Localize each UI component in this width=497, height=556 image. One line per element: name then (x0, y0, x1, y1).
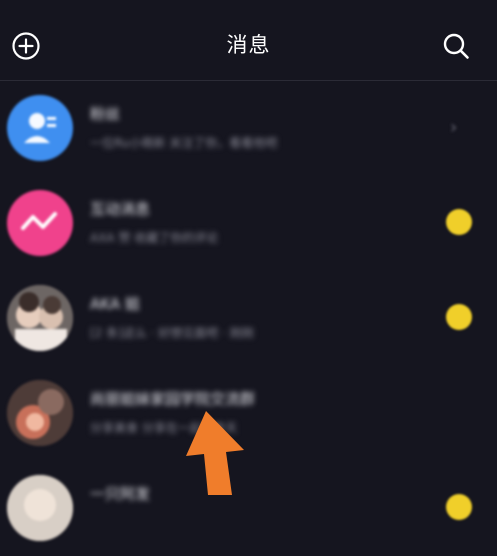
avatar (7, 285, 73, 351)
photo-avatar (7, 285, 73, 351)
group-avatar (7, 380, 73, 446)
avatar (7, 95, 73, 161)
list-item-chat[interactable]: AKA 姐 [2 条]这么 · 好想见面吧 · 刚刚 (0, 271, 497, 366)
unread-dot (446, 209, 472, 235)
search-button[interactable] (438, 28, 474, 64)
contact-name: 尚丽姐妹家园学院交流群 (90, 390, 256, 408)
page-title: 消息 (226, 33, 271, 57)
message-preview: 一位Ru小萌新 关注了你，看看他吧 (90, 136, 278, 150)
contact-name: 互动消息 (90, 200, 151, 218)
avatar (7, 475, 73, 541)
chevron-right-icon: › (450, 117, 458, 138)
avatar (7, 380, 73, 446)
list-item-interactions[interactable]: 互动消息 AXA 赞 收藏了你的评论 (0, 176, 497, 271)
contact-name: AKA 姐 (90, 295, 140, 313)
message-preview: AXA 赞 收藏了你的评论 (90, 231, 219, 245)
list-item-fans[interactable]: 粉丝 一位Ru小萌新 关注了你，看看他吧 › (0, 81, 497, 176)
search-icon (443, 33, 469, 59)
wave-icon (21, 212, 57, 230)
pointer-arrow-icon (186, 411, 244, 495)
avatar (7, 190, 73, 256)
contact-name: 粉丝 (90, 105, 121, 123)
unread-dot (446, 494, 472, 520)
photo-avatar (7, 475, 73, 541)
message-preview: [2 条]这么 · 好想见面吧 · 刚刚 (90, 326, 254, 340)
top-bar: 消息 (0, 0, 497, 81)
person-icon (24, 113, 56, 143)
unread-dot (446, 304, 472, 330)
